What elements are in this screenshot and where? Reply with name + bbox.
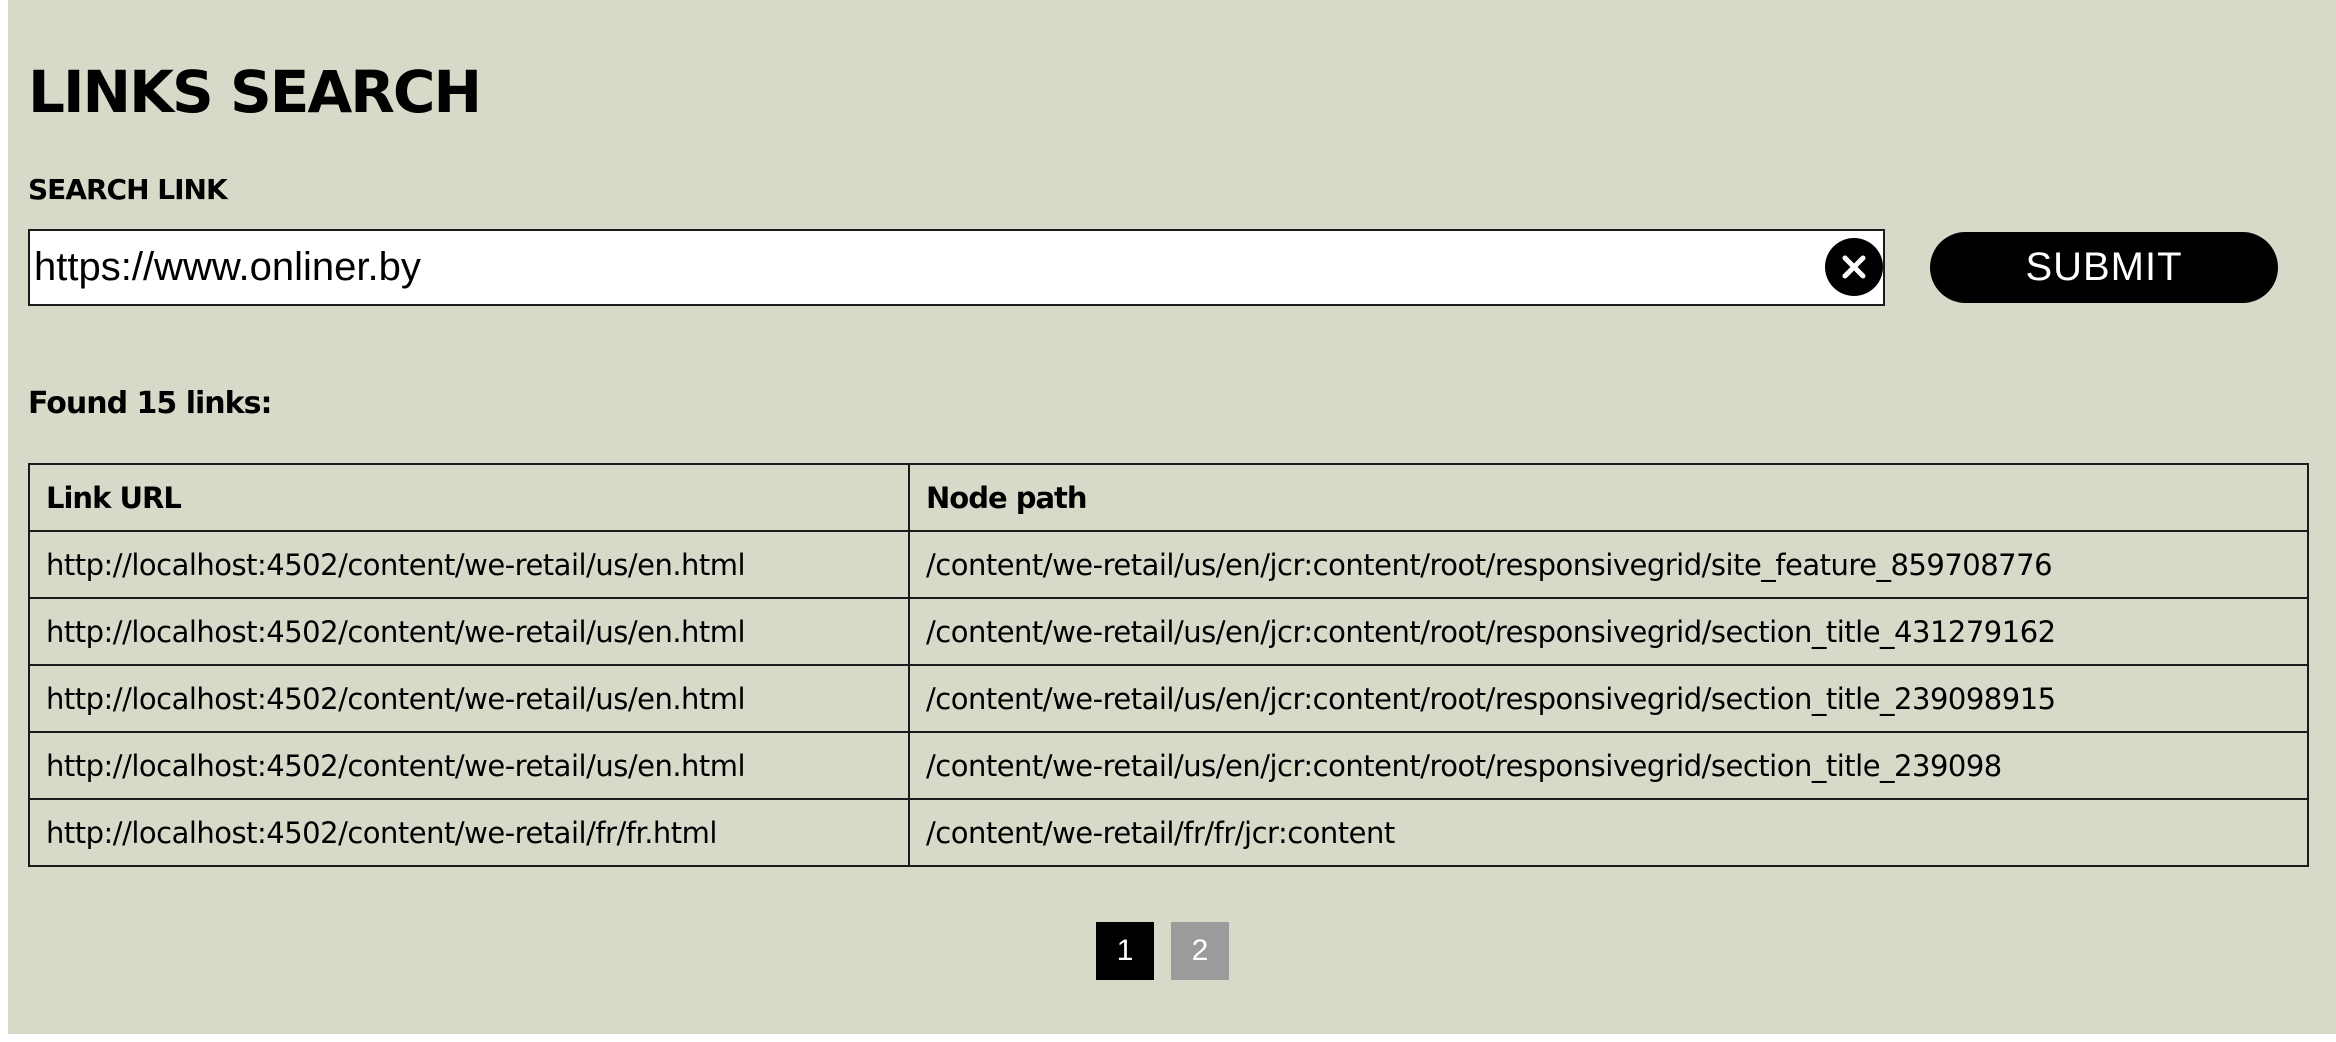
submit-button[interactable]: SUBMIT [1930,232,2278,303]
table-row: http://localhost:4502/content/we-retail/… [28,530,2309,599]
results-table: Link URL Node path http://localhost:4502… [28,463,2309,867]
node-path-cell: /content/we-retail/us/en/jcr:content/roo… [908,597,2309,666]
page-title: LINKS SEARCH [28,58,482,126]
search-box [28,229,1885,306]
table-row: http://localhost:4502/content/we-retail/… [28,664,2309,733]
page-button-2[interactable]: 2 [1171,922,1229,980]
table-header-row: Link URL Node path [28,463,2309,532]
links-search-panel: LINKS SEARCH SEARCH LINK SUBMIT Found 15… [8,0,2336,1034]
page-button-1[interactable]: 1 [1096,922,1154,980]
results-summary: Found 15 links: [28,386,272,421]
table-row: http://localhost:4502/content/we-retail/… [28,798,2309,867]
link-url-cell: http://localhost:4502/content/we-retail/… [28,664,910,733]
search-link-label: SEARCH LINK [28,173,228,206]
search-input[interactable] [34,231,1814,304]
link-url-cell: http://localhost:4502/content/we-retail/… [28,530,910,599]
column-header-node-path: Node path [908,463,2309,532]
column-header-link-url: Link URL [28,463,910,532]
link-url-cell: http://localhost:4502/content/we-retail/… [28,798,910,867]
clear-button[interactable] [1825,238,1883,296]
close-icon [1842,255,1866,279]
node-path-cell: /content/we-retail/us/en/jcr:content/roo… [908,530,2309,599]
link-url-cell: http://localhost:4502/content/we-retail/… [28,731,910,800]
link-url-cell: http://localhost:4502/content/we-retail/… [28,597,910,666]
table-row: http://localhost:4502/content/we-retail/… [28,731,2309,800]
node-path-cell: /content/we-retail/fr/fr/jcr:content [908,798,2309,867]
pagination: 1 2 [1096,922,1229,980]
table-row: http://localhost:4502/content/we-retail/… [28,597,2309,666]
node-path-cell: /content/we-retail/us/en/jcr:content/roo… [908,664,2309,733]
node-path-cell: /content/we-retail/us/en/jcr:content/roo… [908,731,2309,800]
